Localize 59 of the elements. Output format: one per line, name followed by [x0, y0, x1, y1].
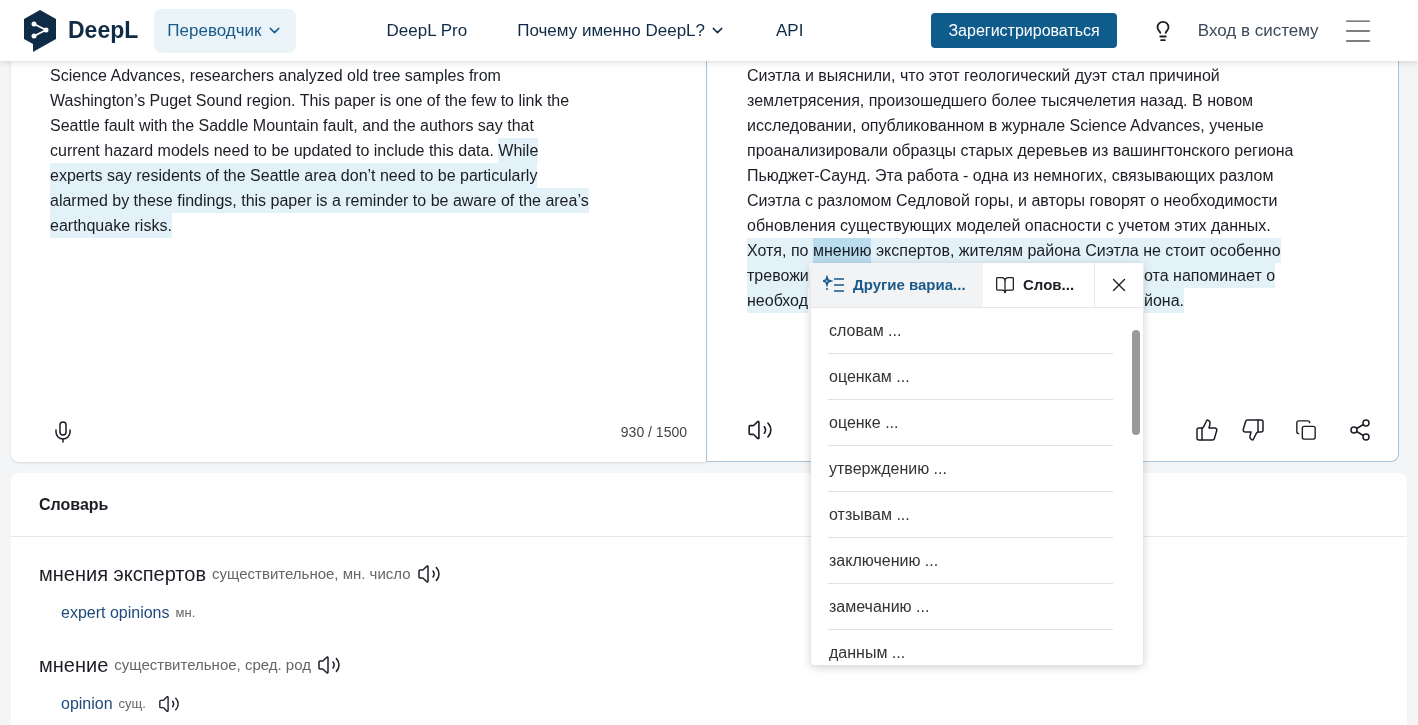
paragraph-text: Хотя, по [747, 238, 813, 263]
alternative-option[interactable]: замечанию ... [828, 584, 1113, 630]
paragraph-text: current hazard models need to be updated to include this data. [50, 141, 495, 161]
logo-icon [22, 8, 58, 53]
sparkle-list-icon [823, 275, 845, 295]
nav-link[interactable]: DeepL Pro [386, 17, 468, 44]
paragraph-text: Washington’s Puget Sound region. This paper is one of the few to link the [50, 91, 570, 111]
dictionary-title: Словарь [39, 494, 109, 515]
paragraph-text: While [498, 138, 539, 163]
dictionary-term: мнения экспертов [39, 562, 207, 587]
alternative-option[interactable]: словам ... [828, 308, 1113, 354]
paragraph-text: Seattle fault with the Saddle Mountain fault, and the authors say that [50, 116, 534, 136]
nav-link[interactable]: API [776, 17, 804, 44]
translation-link[interactable]: opinion [61, 692, 113, 716]
paragraph-text: Сиэтла и выяснили, что этот геологический дуэт стал причиной [747, 66, 1220, 86]
alternative-option[interactable]: данным ... [828, 630, 1113, 665]
signup-button[interactable]: Зарегистрироваться [931, 13, 1117, 48]
share-icon[interactable] [1348, 418, 1372, 442]
paragraph-text: необход [747, 288, 808, 313]
paragraph-text: тревожи [747, 263, 809, 288]
paragraph-text: Пьюджет-Саунд. Эта работа - одна из немногих, связывающих разлом [747, 166, 1274, 186]
translator-menu-button[interactable]: Переводчик [154, 8, 296, 53]
thumbs-down-icon[interactable] [1241, 418, 1265, 442]
paragraph-text: йона. [1144, 288, 1184, 313]
paragraph-text: ота напоминает о [1144, 263, 1276, 288]
copy-icon[interactable] [1295, 419, 1317, 441]
part-of-speech: существительное, мн. число [212, 563, 411, 584]
login-link[interactable]: Вход в систему [1197, 17, 1319, 44]
grammar-tag: сущ. [118, 694, 146, 714]
paragraph-text: землетрясения, произошедшего более тысячелетия назад. В новом [747, 91, 1254, 111]
speaker-icon[interactable] [416, 562, 441, 586]
paragraph-text: мнению [812, 238, 872, 263]
book-icon [995, 275, 1015, 295]
alternative-option[interactable]: отзывам ... [828, 492, 1113, 538]
paragraph-text: экспертов, жителям района Сиэтла не стоит особенно [871, 238, 1281, 263]
paragraph-text: проанализировали образцы старых деревьев из вашингтонского региона [747, 141, 1294, 161]
paragraph-text: исследовании, опубликованном в журнале Science Advances, ученые [747, 116, 1264, 136]
alternative-option[interactable]: заключению ... [828, 538, 1113, 584]
dictionary-term: мнение [39, 653, 109, 678]
alternative-option[interactable]: оценке ... [828, 400, 1113, 446]
popup-tab[interactable]: Слов... [983, 263, 1095, 307]
popup-tab[interactable]: Другие вариа... [811, 263, 983, 307]
brand-name[interactable]: DeepL [68, 13, 139, 48]
translation-link[interactable]: expert opinions [61, 601, 170, 625]
paragraph-text: Сиэтла с разломом Седловой горы, и авторы говорят о необходимости [747, 191, 1278, 211]
speaker-icon[interactable] [316, 653, 341, 677]
paragraph-text: alarmed by these findings, this paper is a reminder to be aware of the area’s [50, 188, 589, 213]
paragraph-text: обновления существующих моделей опасности с учетом этих данных. [747, 216, 1271, 236]
alternative-option[interactable]: оценкам ... [828, 354, 1113, 400]
thumbs-up-icon[interactable] [1195, 418, 1219, 442]
character-counter: 930 / 1500 [620, 422, 687, 442]
paragraph-text: experts say residents of the Seattle area don’t need to be particularly [50, 163, 538, 188]
paragraph-text: Science Advances, researchers analyzed old tree samples from [50, 66, 501, 86]
alternative-option[interactable]: утверждению ... [828, 446, 1113, 492]
nav-link[interactable]: Почему именно DeepL? [517, 17, 727, 44]
part-of-speech: существительное, сред. род [114, 654, 311, 675]
paragraph-text: earthquake risks. [50, 213, 172, 238]
grammar-tag: мн. [175, 603, 196, 623]
speaker-icon[interactable] [157, 693, 180, 715]
